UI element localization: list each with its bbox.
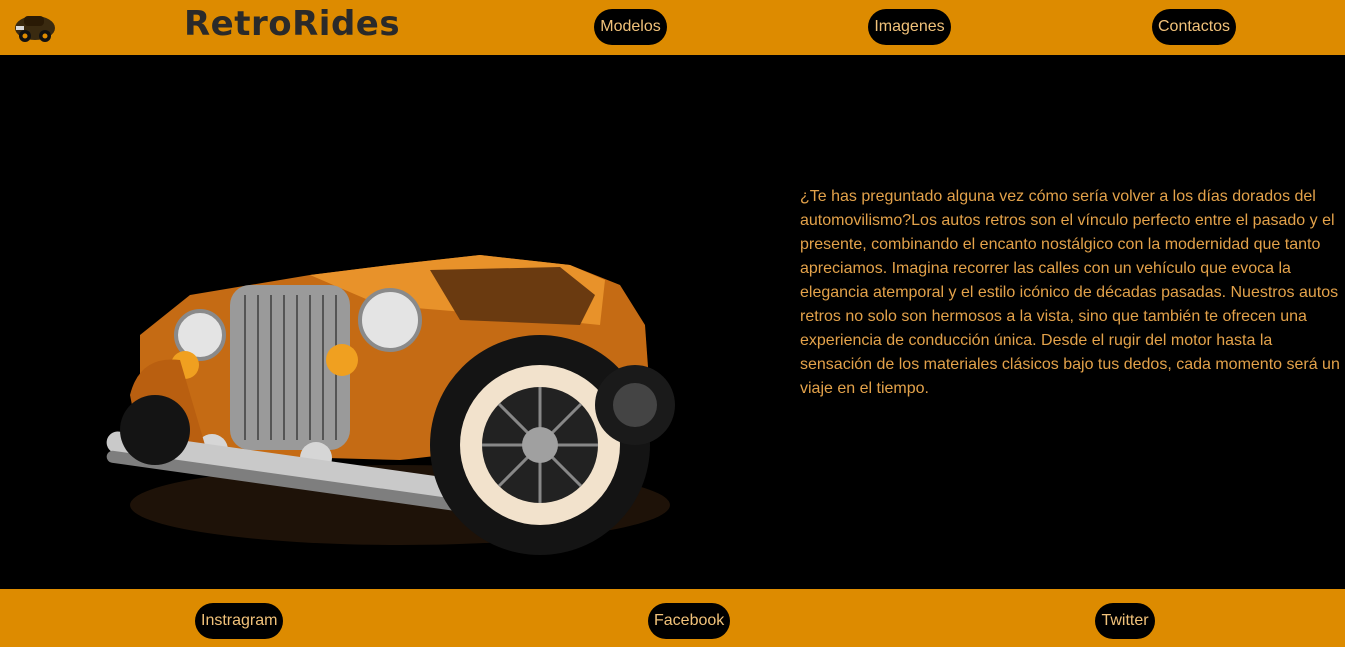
retro-car-illustration: [100, 205, 680, 605]
footer-link-twitter[interactable]: Twitter: [1095, 603, 1155, 639]
intro-paragraph: ¿Te has preguntado alguna vez cómo sería…: [800, 188, 1340, 397]
footer-link-instagram[interactable]: Instragram: [195, 603, 283, 639]
nav-link-modelos[interactable]: Modelos: [594, 9, 667, 45]
retro-car-logo-icon[interactable]: [12, 8, 58, 44]
site-footer: Instragram Facebook Twitter: [0, 589, 1345, 647]
nav-link-contactos[interactable]: Contactos: [1152, 9, 1236, 45]
site-header: RetroRides Modelos Imagenes Contactos: [0, 0, 1345, 55]
main-content: ¿Te has preguntado alguna vez cómo sería…: [0, 55, 1345, 589]
site-title: RetroRides: [184, 4, 401, 44]
footer-link-facebook[interactable]: Facebook: [648, 603, 730, 639]
nav-link-imagenes[interactable]: Imagenes: [868, 9, 951, 45]
